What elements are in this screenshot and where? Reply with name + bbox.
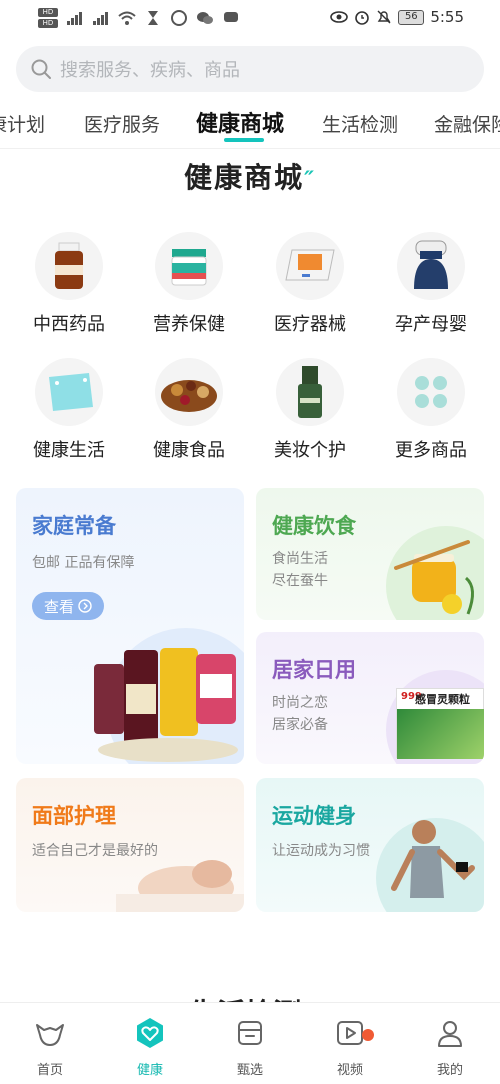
cosmetic-bottle-icon bbox=[276, 358, 344, 426]
tab-medical-service[interactable]: 医疗服务 bbox=[84, 110, 160, 137]
hd-icon: HD HD bbox=[38, 8, 58, 28]
status-icons-left: HD HD bbox=[38, 8, 240, 28]
bottom-navigation: 首页 健康 甄选 视频 我的 bbox=[0, 1002, 500, 1084]
signal-icon-2 bbox=[93, 12, 108, 25]
category-label: 营养保健 bbox=[153, 314, 225, 335]
search-placeholder: 搜索服务、疾病、商品 bbox=[60, 60, 240, 81]
supplement-bottles-image bbox=[94, 648, 238, 762]
card-title: 居家日用 bbox=[272, 658, 356, 682]
battery-indicator: 56 bbox=[398, 9, 425, 25]
message-icon bbox=[224, 12, 238, 22]
notification-dot bbox=[362, 1029, 374, 1041]
category-devices[interactable]: 医疗器械 bbox=[250, 232, 370, 336]
category-label: 孕产母婴 bbox=[395, 314, 467, 335]
category-label: 更多商品 bbox=[395, 440, 467, 461]
nav-home[interactable]: 首页 bbox=[0, 1017, 100, 1078]
tab-life-detection[interactable]: 生活检测 bbox=[322, 110, 398, 137]
tab-indicator bbox=[224, 138, 264, 142]
category-nutrition[interactable]: 营养保健 bbox=[129, 232, 249, 336]
divider bbox=[0, 148, 500, 149]
honey-jar-image bbox=[394, 540, 474, 615]
card-title: 家庭常备 bbox=[32, 514, 116, 538]
hourglass-icon bbox=[148, 11, 158, 25]
category-medicine[interactable]: 中西药品 bbox=[9, 232, 129, 336]
nav-label: 我的 bbox=[436, 1063, 463, 1078]
category-label: 健康食品 bbox=[153, 440, 225, 461]
more-grid-icon bbox=[397, 358, 465, 426]
card-title: 健康饮食 bbox=[272, 514, 356, 538]
card-home-daily[interactable]: 居家日用 时尚之恋 居家必备 999 感冒灵颗粒 bbox=[256, 632, 484, 764]
category-beauty[interactable]: 美妆个护 bbox=[250, 358, 370, 462]
nav-select[interactable]: 甄选 bbox=[200, 1017, 300, 1078]
medicine-box-image: 999 感冒灵颗粒 bbox=[396, 688, 484, 759]
mute-bell-icon bbox=[377, 10, 391, 24]
status-bar: HD HD 56 5:55 bbox=[0, 0, 500, 36]
nuts-icon bbox=[155, 358, 223, 426]
category-more[interactable]: 更多商品 bbox=[371, 358, 491, 462]
card-subtitle: 包邮 正品有保障 bbox=[32, 555, 135, 571]
nav-label: 首页 bbox=[36, 1063, 63, 1078]
card-subtitle: 让运动成为习惯 bbox=[272, 843, 370, 859]
card-subtitle-2: 居家必备 bbox=[272, 717, 328, 733]
nav-profile[interactable]: 我的 bbox=[400, 1017, 500, 1078]
nav-label: 视频 bbox=[336, 1063, 363, 1078]
status-icons-right: 56 5:55 bbox=[330, 8, 464, 26]
card-subtitle: 食尚生活 bbox=[272, 551, 328, 567]
card-title: 面部护理 bbox=[32, 804, 116, 828]
card-title: 运动健身 bbox=[272, 804, 356, 828]
section-title: 健康商城″ bbox=[0, 156, 500, 196]
card-facial-care[interactable]: 面部护理 适合自己才是最好的 bbox=[16, 778, 244, 912]
card-subtitle-2: 尽在蚕牛 bbox=[272, 573, 328, 589]
scale-icon bbox=[35, 358, 103, 426]
wifi-icon bbox=[118, 11, 136, 25]
nav-video[interactable]: 视频 bbox=[300, 1017, 400, 1078]
view-button-label: 查看 bbox=[43, 597, 74, 616]
view-button[interactable]: 查看 bbox=[32, 592, 104, 620]
category-maternity[interactable]: 孕产母婴 bbox=[371, 232, 491, 336]
category-label: 医疗器械 bbox=[274, 314, 346, 335]
health-heart-icon bbox=[137, 1018, 163, 1048]
product-name: 感冒灵颗粒 bbox=[415, 693, 470, 706]
nav-health[interactable]: 健康 bbox=[100, 1017, 200, 1078]
medicine-bottle-icon bbox=[35, 232, 103, 300]
blood-pressure-monitor-icon bbox=[276, 232, 344, 300]
nav-label: 健康 bbox=[136, 1063, 163, 1078]
category-tabs: 康计划 医疗服务 健康商城 生活检测 金融保险 bbox=[0, 100, 500, 146]
breast-pump-icon bbox=[397, 232, 465, 300]
alarm-icon bbox=[355, 11, 370, 25]
nav-label: 甄选 bbox=[236, 1063, 263, 1078]
home-icon bbox=[36, 1024, 64, 1046]
shop-icon bbox=[238, 1021, 262, 1045]
card-healthy-diet[interactable]: 健康饮食 食尚生活 尽在蚕牛 bbox=[256, 488, 484, 620]
signal-icon bbox=[67, 12, 82, 25]
search-bar[interactable]: 搜索服务、疾病、商品 bbox=[16, 46, 484, 92]
supplement-jar-icon bbox=[155, 232, 223, 300]
category-healthy-life[interactable]: 健康生活 bbox=[9, 358, 129, 462]
tab-health-plan[interactable]: 康计划 bbox=[0, 110, 45, 137]
clock: 5:55 bbox=[430, 8, 464, 26]
quote-mark: ″ bbox=[304, 168, 316, 193]
profile-icon bbox=[438, 1021, 462, 1047]
category-healthy-food[interactable]: 健康食品 bbox=[129, 358, 249, 462]
arrow-circle-icon bbox=[78, 599, 92, 613]
app-icon bbox=[171, 10, 187, 26]
category-label: 健康生活 bbox=[33, 440, 105, 461]
section-title-text: 健康商城 bbox=[184, 161, 305, 194]
category-label: 中西药品 bbox=[33, 314, 105, 335]
card-family-essentials[interactable]: 家庭常备 包邮 正品有保障 查看 bbox=[16, 488, 244, 764]
tab-health-mall[interactable]: 健康商城 bbox=[196, 106, 284, 138]
card-subtitle: 时尚之恋 bbox=[272, 695, 328, 711]
facial-massage-image bbox=[116, 860, 244, 912]
card-fitness[interactable]: 运动健身 让运动成为习惯 bbox=[256, 778, 484, 912]
eye-icon bbox=[330, 11, 349, 23]
tab-finance-insurance[interactable]: 金融保险 bbox=[434, 110, 500, 137]
runner-image bbox=[391, 820, 475, 898]
search-icon bbox=[31, 59, 51, 79]
wechat-icon bbox=[197, 12, 213, 24]
category-label: 美妆个护 bbox=[274, 440, 346, 461]
